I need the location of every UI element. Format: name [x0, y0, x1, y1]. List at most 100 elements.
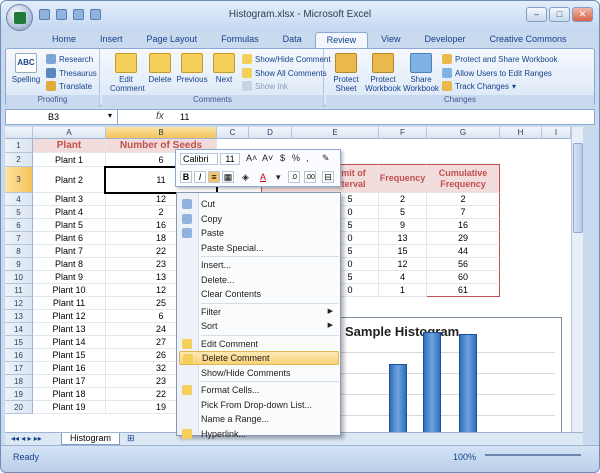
- plant-name-cell[interactable]: Plant 15: [33, 349, 106, 362]
- plant-name-cell[interactable]: Plant 7: [33, 245, 106, 258]
- row-header-10[interactable]: 10: [5, 271, 33, 284]
- show-hide-comment-button[interactable]: Show/Hide Comment: [242, 54, 331, 64]
- row-header-6[interactable]: 6: [5, 219, 33, 232]
- name-box[interactable]: B3: [6, 110, 118, 124]
- context-menu-item-format-cells[interactable]: Format Cells...: [179, 383, 339, 397]
- plant-name-cell[interactable]: Plant 8: [33, 258, 106, 271]
- context-menu-item-filter[interactable]: Filter ▶: [179, 305, 339, 319]
- cumulative-frequency-cell[interactable]: 44: [427, 245, 500, 258]
- translate-button[interactable]: Translate: [46, 81, 92, 91]
- context-menu-item-insert[interactable]: Insert...: [179, 258, 339, 272]
- tab-review[interactable]: Review: [314, 32, 369, 48]
- context-menu-item-cut[interactable]: Cut: [179, 197, 339, 211]
- row-header-2[interactable]: 2: [5, 153, 33, 167]
- tab-home[interactable]: Home: [41, 32, 87, 48]
- row-header-14[interactable]: 14: [5, 323, 33, 336]
- merge-cells-icon[interactable]: ⊟: [322, 171, 334, 183]
- frequency-cell[interactable]: 4: [379, 271, 427, 284]
- thesaurus-button[interactable]: Thesaurus: [46, 68, 97, 78]
- decrease-decimal-icon[interactable]: .00: [304, 171, 316, 183]
- plant-name-cell[interactable]: Plant 14: [33, 336, 106, 349]
- format-painter-icon[interactable]: ✎: [322, 153, 330, 164]
- italic-icon[interactable]: I: [194, 171, 206, 183]
- edit-comment-button[interactable]: Edit Comment: [110, 53, 145, 93]
- row-header-18[interactable]: 18: [5, 375, 33, 388]
- context-menu-item-copy[interactable]: Copy: [179, 212, 339, 226]
- tab-insert[interactable]: Insert: [89, 32, 134, 48]
- plant-name-cell[interactable]: Plant 17: [33, 375, 106, 388]
- plant-name-cell[interactable]: Plant 11: [33, 297, 106, 310]
- show-ink-button[interactable]: Show Ink: [242, 81, 288, 91]
- zoom-level[interactable]: 100%: [453, 452, 476, 462]
- frequency-cell[interactable]: 12: [379, 258, 427, 271]
- tab-page-layout[interactable]: Page Layout: [136, 32, 209, 48]
- show-all-comments-button[interactable]: Show All Comments: [242, 68, 327, 78]
- context-menu-item-paste-special[interactable]: Paste Special...: [179, 241, 339, 255]
- context-menu-item-paste[interactable]: Paste: [179, 226, 339, 240]
- font-name-box[interactable]: Calibri: [180, 153, 218, 165]
- share-workbook-button[interactable]: Share Workbook: [402, 53, 440, 93]
- shrink-font-icon[interactable]: A˅: [262, 153, 273, 163]
- row-header-5[interactable]: 5: [5, 206, 33, 219]
- font-color-icon[interactable]: A: [260, 172, 266, 182]
- cumulative-frequency-cell[interactable]: 60: [427, 271, 500, 284]
- plant-name-cell[interactable]: Plant 16: [33, 362, 106, 375]
- grow-font-icon[interactable]: A˄: [246, 153, 257, 163]
- font-size-box[interactable]: 11: [220, 153, 240, 165]
- row-header-11[interactable]: 11: [5, 284, 33, 297]
- center-align-icon[interactable]: ≡: [208, 171, 220, 183]
- row-header-17[interactable]: 17: [5, 362, 33, 375]
- plant-name-cell[interactable]: Plant 5: [33, 219, 106, 232]
- fill-color-icon[interactable]: ◈: [242, 172, 249, 183]
- row-header-9[interactable]: 9: [5, 258, 33, 271]
- frequency-cell[interactable]: 13: [379, 232, 427, 245]
- row-header-4[interactable]: 4: [5, 193, 33, 206]
- dropdown-arrow-icon[interactable]: ▾: [276, 172, 281, 183]
- cumulative-frequency-cell[interactable]: 2: [427, 193, 500, 206]
- protect-sheet-button[interactable]: Protect Sheet: [330, 53, 362, 93]
- tab-developer[interactable]: Developer: [413, 32, 476, 48]
- percent-format-icon[interactable]: %: [292, 153, 300, 163]
- comma-format-icon[interactable]: ,: [306, 153, 309, 163]
- insert-function-icon[interactable]: fx: [156, 111, 164, 122]
- select-all-corner[interactable]: [5, 127, 33, 139]
- scrollbar-thumb[interactable]: [573, 143, 583, 233]
- context-menu-item-delete-comment[interactable]: Delete Comment: [179, 351, 339, 365]
- currency-format-icon[interactable]: $: [280, 153, 285, 163]
- column-header-d[interactable]: D: [249, 127, 292, 139]
- context-menu-item-pick-from-drop-down-list[interactable]: Pick From Drop-down List...: [179, 398, 339, 412]
- insert-sheet-icon[interactable]: ⊞: [127, 433, 135, 444]
- row-header-19[interactable]: 19: [5, 388, 33, 401]
- frequency-cell[interactable]: 2: [379, 193, 427, 206]
- research-button[interactable]: Research: [46, 54, 93, 64]
- context-menu-item-delete[interactable]: Delete...: [179, 273, 339, 287]
- track-changes-button[interactable]: Track Changes ▾: [442, 81, 516, 91]
- zoom-slider[interactable]: [485, 454, 581, 456]
- sheet-nav-arrows-icon[interactable]: ◂◂ ◂ ▸ ▸▸: [11, 434, 42, 443]
- tab-formulas[interactable]: Formulas: [210, 32, 270, 48]
- row-header-8[interactable]: 8: [5, 245, 33, 258]
- maximize-button[interactable]: □: [549, 7, 570, 22]
- context-menu-item-show-hide-comments[interactable]: Show/Hide Comments: [179, 366, 339, 380]
- cumulative-frequency-cell[interactable]: 16: [427, 219, 500, 232]
- row-header-1[interactable]: 1: [5, 139, 33, 153]
- plant-name-cell[interactable]: Plant 9: [33, 271, 106, 284]
- histogram-bar[interactable]: [389, 364, 407, 432]
- protect-workbook-button[interactable]: Protect Workbook: [364, 53, 402, 93]
- sheet-tab-histogram[interactable]: Histogram: [61, 433, 121, 445]
- allow-users-button[interactable]: Allow Users to Edit Ranges: [442, 68, 552, 78]
- cumulative-frequency-cell[interactable]: 29: [427, 232, 500, 245]
- bold-icon[interactable]: B: [180, 171, 192, 183]
- tab-data[interactable]: Data: [272, 32, 313, 48]
- column-header-i[interactable]: I: [542, 127, 571, 139]
- next-comment-button[interactable]: Next: [208, 53, 240, 84]
- close-button[interactable]: ✕: [572, 7, 593, 22]
- plant-name-cell[interactable]: Plant 2: [33, 167, 106, 193]
- spelling-button[interactable]: ABC Spelling: [10, 53, 42, 84]
- context-menu-item-clear-contents[interactable]: Clear Contents: [179, 287, 339, 301]
- histogram-bar[interactable]: [423, 332, 441, 432]
- vertical-scrollbar[interactable]: [571, 127, 583, 432]
- row-header-20[interactable]: 20: [5, 401, 33, 414]
- histogram-bar[interactable]: [459, 334, 477, 432]
- column-header-f[interactable]: F: [379, 127, 427, 139]
